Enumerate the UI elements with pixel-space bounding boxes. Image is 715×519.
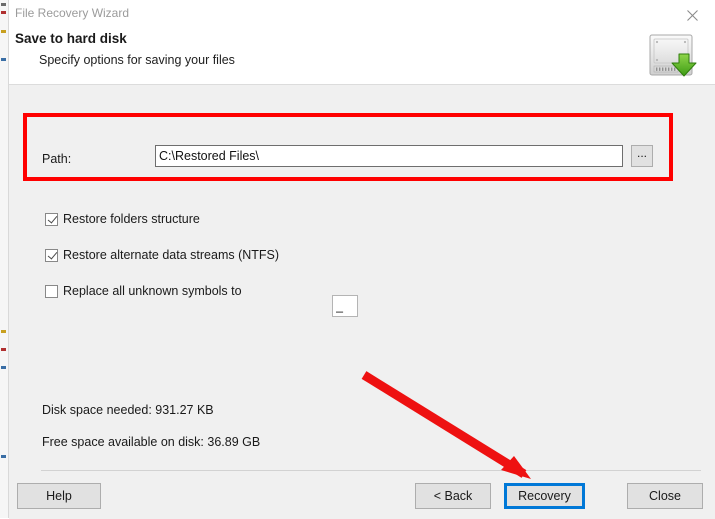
background-fleck — [1, 3, 6, 6]
background-fleck — [1, 366, 6, 369]
checkbox-restore-alternate-streams[interactable] — [45, 248, 58, 262]
checkbox-label: Restore alternate data streams (NTFS) — [63, 248, 280, 262]
background-fleck — [1, 348, 6, 351]
checkbox-row-restore-streams[interactable]: Restore alternate data streams (NTFS) — [45, 248, 279, 262]
background-fleck — [1, 58, 6, 61]
disk-space-needed-text: Disk space needed: 931.27 KB — [42, 403, 214, 417]
header-band: Save to hard disk Specify options for sa… — [9, 30, 715, 85]
checkbox-label: Replace all unknown symbols to — [63, 284, 242, 298]
title-bar: File Recovery Wizard — [9, 0, 715, 30]
file-recovery-wizard-window: File Recovery Wizard Save to hard disk S… — [8, 0, 715, 519]
close-button[interactable]: Close — [627, 483, 703, 509]
help-button[interactable]: Help — [17, 483, 101, 509]
background-fleck — [1, 11, 6, 14]
footer-separator — [41, 470, 701, 471]
page-title: Save to hard disk — [15, 31, 127, 46]
checkbox-restore-folders[interactable] — [45, 212, 58, 226]
background-fleck — [1, 455, 6, 458]
checkbox-label: Restore folders structure — [63, 212, 200, 226]
free-space-text: Free space available on disk: 36.89 GB — [42, 435, 261, 449]
path-label: Path: — [42, 152, 72, 166]
checkbox-replace-unknown-symbols[interactable] — [45, 284, 58, 298]
window-title: File Recovery Wizard — [15, 6, 130, 20]
back-button[interactable]: < Back — [415, 483, 491, 509]
checkbox-row-replace-symbols[interactable]: Replace all unknown symbols to — [45, 284, 242, 298]
page-subtitle: Specify options for saving your files — [39, 53, 235, 67]
browse-button[interactable]: ... — [631, 145, 653, 167]
recovery-button[interactable]: Recovery — [504, 483, 585, 509]
background-fleck — [1, 330, 6, 333]
background-fleck — [1, 30, 6, 33]
close-icon[interactable] — [669, 0, 715, 30]
hard-disk-save-icon — [641, 31, 703, 81]
path-input[interactable] — [155, 145, 623, 167]
footer-bar: Help < Back Recovery Close — [9, 470, 715, 519]
replacement-symbol-input[interactable] — [332, 295, 358, 317]
content-area: Path: ... Restore folders structure Rest… — [9, 85, 715, 470]
checkbox-row-restore-folders[interactable]: Restore folders structure — [45, 212, 200, 226]
